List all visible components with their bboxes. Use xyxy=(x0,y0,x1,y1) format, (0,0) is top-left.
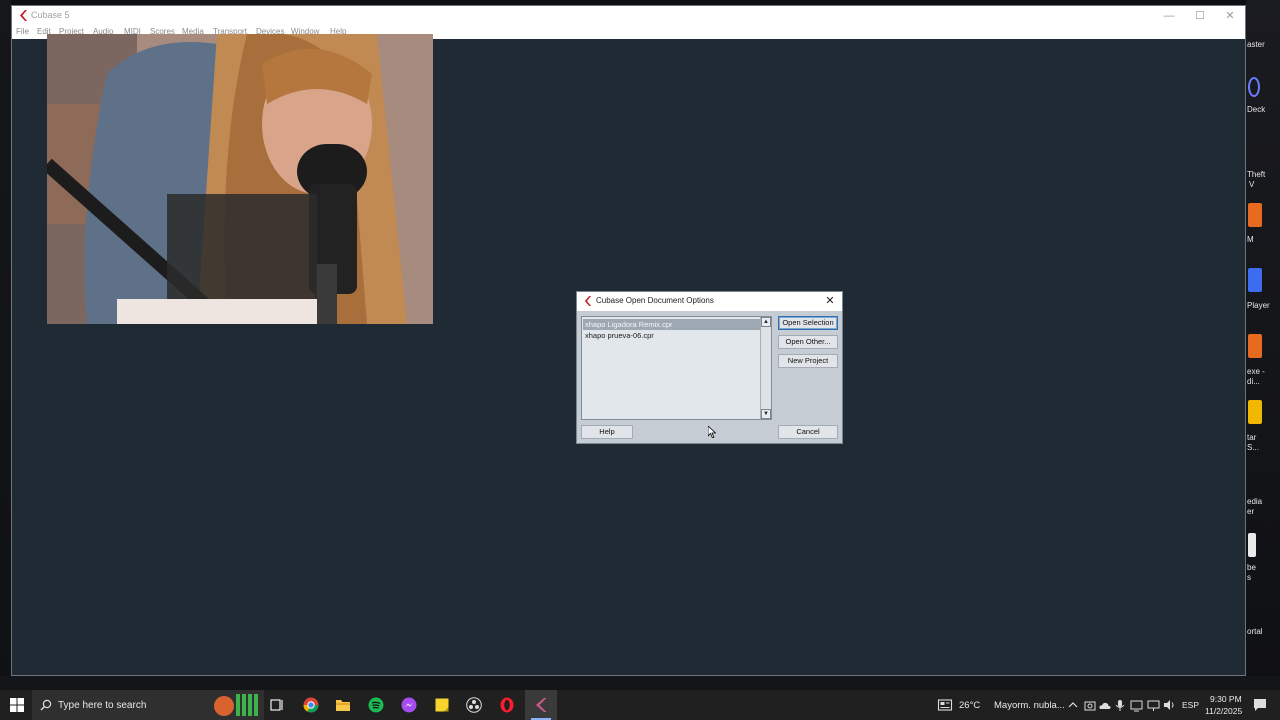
desktop-label: er xyxy=(1247,507,1255,516)
tray-display-icon[interactable] xyxy=(1130,697,1143,713)
obs-icon[interactable] xyxy=(466,697,482,713)
desktop-icon-yellow[interactable] xyxy=(1248,400,1262,424)
windows-start-icon[interactable] xyxy=(9,697,25,713)
messenger-icon[interactable] xyxy=(401,697,417,713)
desktop-label: di... xyxy=(1247,377,1260,386)
open-other-button[interactable]: Open Other... xyxy=(778,335,838,349)
sticky-notes-icon[interactable] xyxy=(434,697,450,713)
close-button[interactable]: ✕ xyxy=(1215,8,1245,24)
menu-file[interactable]: File xyxy=(16,27,29,36)
open-document-dialog: Cubase Open Document Options ✕ xhapo Lig… xyxy=(576,291,843,444)
scroll-down-icon[interactable]: ▼ xyxy=(761,409,771,419)
help-button[interactable]: Help xyxy=(581,425,633,439)
desktop-label: Deck xyxy=(1247,105,1266,114)
webcam-overlay xyxy=(47,34,433,324)
window-titlebar[interactable]: Cubase 5 — ☐ ✕ xyxy=(12,6,1245,26)
desktop-label: V xyxy=(1249,180,1255,189)
project-file-list[interactable]: xhapo Ligadora Remix.cpr xhapo prueva-06… xyxy=(581,316,772,420)
dialog-close-icon[interactable]: ✕ xyxy=(822,294,838,309)
new-project-button[interactable]: New Project xyxy=(778,354,838,368)
microphone-icon[interactable] xyxy=(1114,697,1126,713)
desktop-label: s xyxy=(1247,573,1251,582)
desktop-label: Player xyxy=(1247,301,1270,310)
cubase-taskbar-icon[interactable] xyxy=(533,697,549,713)
search-highlight-icon xyxy=(214,694,258,716)
open-selection-button[interactable]: Open Selection xyxy=(778,316,838,330)
onedrive-icon[interactable] xyxy=(1099,697,1111,713)
desktop-label: S... xyxy=(1247,443,1260,452)
scroll-up-icon[interactable]: ▲ xyxy=(761,317,771,327)
weather-temp[interactable]: 26°C xyxy=(959,700,980,711)
desktop-icon-player[interactable] xyxy=(1248,268,1262,292)
desktop-label: ortal xyxy=(1247,627,1263,636)
volume-icon[interactable] xyxy=(1163,697,1176,713)
desktop-bottom-edge xyxy=(0,676,1280,690)
cancel-button[interactable]: Cancel xyxy=(778,425,838,439)
desktop-icon-white[interactable] xyxy=(1248,533,1256,557)
clock-date[interactable]: 11/2/2025 xyxy=(1205,706,1242,716)
desktop-label: exe - xyxy=(1247,367,1265,376)
chrome-icon[interactable] xyxy=(303,697,319,713)
network-icon[interactable] xyxy=(1147,697,1160,713)
task-view-icon[interactable] xyxy=(269,697,285,713)
desktop-label: tar xyxy=(1247,433,1257,442)
webcam-image xyxy=(47,34,433,324)
desktop-label: aster xyxy=(1247,40,1265,49)
search-placeholder: Type here to search xyxy=(58,700,147,711)
desktop-icon-orange-1[interactable] xyxy=(1248,203,1262,227)
taskbar: Type here to search 26°C Mayorm. nubla..… xyxy=(0,690,1280,720)
file-explorer-icon[interactable] xyxy=(335,697,351,713)
search-icon xyxy=(40,699,52,711)
desktop-label: Theft xyxy=(1247,170,1266,179)
news-widget-icon[interactable] xyxy=(937,697,953,713)
window-title: Cubase 5 xyxy=(31,10,70,20)
clock-time[interactable]: 9:30 PM xyxy=(1210,694,1242,704)
input-language[interactable]: ESP xyxy=(1182,700,1199,710)
dialog-title: Cubase Open Document Options xyxy=(596,296,714,305)
desktop-label: be xyxy=(1247,563,1256,572)
desktop-icon-orange-2[interactable] xyxy=(1248,334,1262,358)
mouse-cursor-icon xyxy=(708,426,716,438)
file-list-item-selected[interactable]: xhapo Ligadora Remix.cpr xyxy=(583,319,760,330)
file-list-item[interactable]: xhapo prueva-06.cpr xyxy=(583,330,760,341)
desktop-label: M xyxy=(1247,235,1254,244)
notifications-icon[interactable] xyxy=(1252,697,1268,713)
minimize-button[interactable]: — xyxy=(1154,8,1184,24)
desktop-left-edge xyxy=(0,0,11,690)
cubase-logo-icon xyxy=(20,10,27,21)
taskbar-search-box[interactable]: Type here to search xyxy=(32,690,264,720)
tray-camera-icon[interactable] xyxy=(1084,697,1096,713)
dialog-titlebar[interactable]: Cubase Open Document Options ✕ xyxy=(577,292,842,311)
desktop-label: edia xyxy=(1247,497,1263,506)
spotify-icon[interactable] xyxy=(368,697,384,713)
desktop-icon-deck[interactable] xyxy=(1248,77,1260,97)
maximize-button[interactable]: ☐ xyxy=(1185,8,1215,24)
weather-text[interactable]: Mayorm. nubla... xyxy=(994,700,1065,711)
cubase-logo-icon xyxy=(584,296,592,306)
file-list-scrollbar[interactable]: ▲ ▼ xyxy=(760,317,771,419)
show-hidden-icons-chevron-icon[interactable] xyxy=(1067,697,1079,713)
opera-icon[interactable] xyxy=(499,697,515,713)
